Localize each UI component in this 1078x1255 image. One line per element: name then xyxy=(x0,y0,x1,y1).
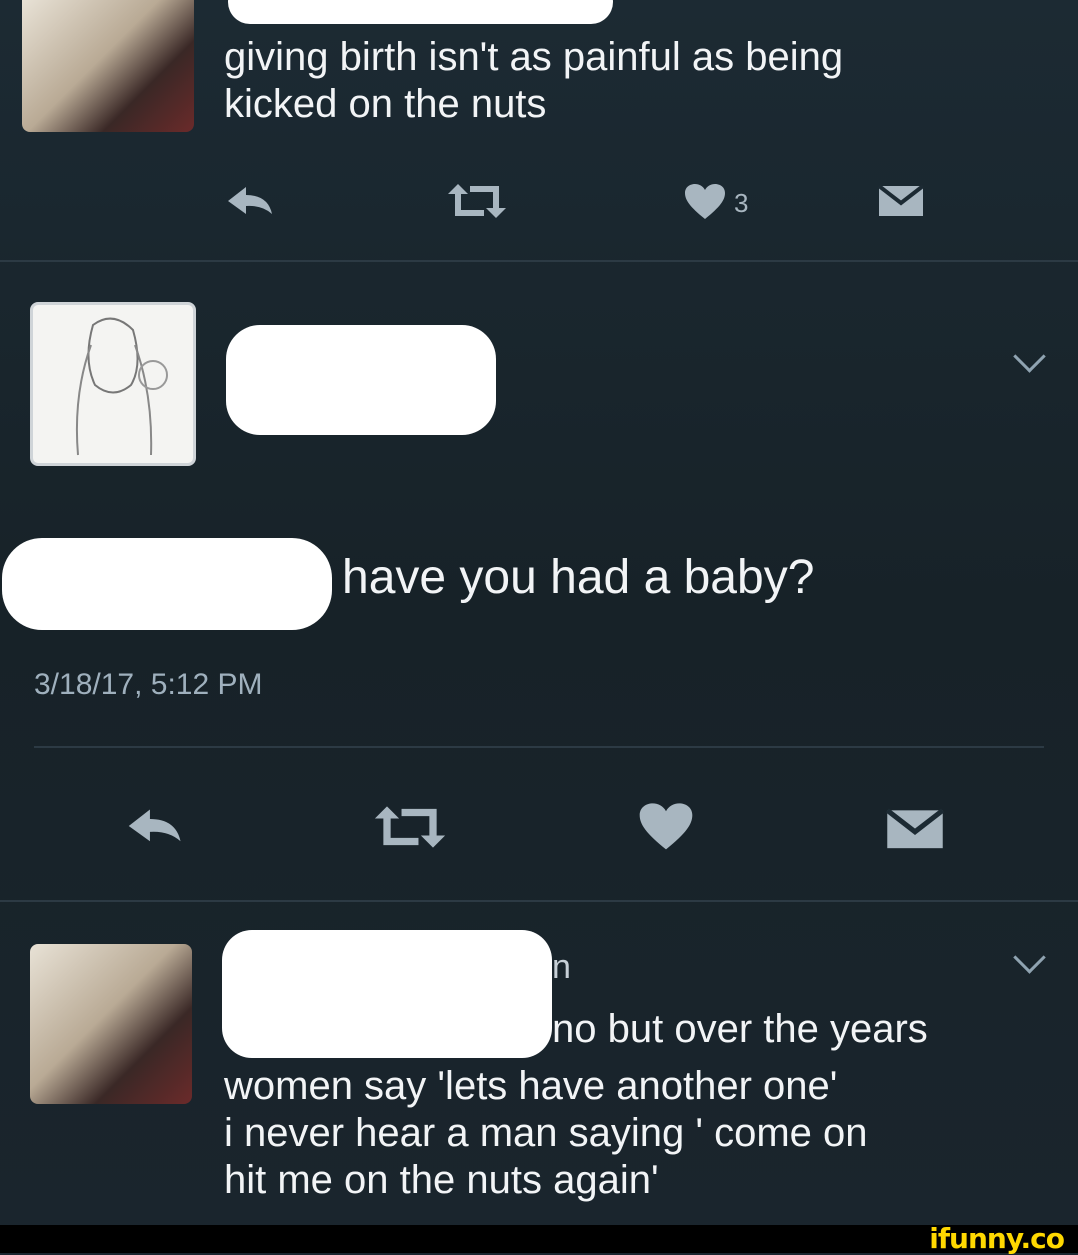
tweet-text: women say 'lets have another one' i neve… xyxy=(224,1064,868,1202)
retweet-button[interactable] xyxy=(370,804,450,850)
reply-button[interactable] xyxy=(126,806,188,846)
timestamp: 3/18/17, 5:12 PM xyxy=(34,668,263,701)
tweet-text: giving birth isn't as painful as being k… xyxy=(224,35,844,126)
envelope-icon xyxy=(878,184,924,216)
envelope-icon xyxy=(886,808,944,849)
reply-button[interactable] xyxy=(226,184,278,218)
like-button[interactable] xyxy=(684,183,726,221)
retweet-icon xyxy=(374,806,446,848)
divider xyxy=(34,746,1044,748)
divider xyxy=(0,900,1078,902)
reply-icon xyxy=(228,187,272,214)
name-fragment: n xyxy=(552,948,571,986)
tweet-text-line1: no but over the years xyxy=(552,1007,928,1051)
redacted-name xyxy=(222,930,552,1058)
avatar[interactable] xyxy=(30,302,196,466)
redacted-name xyxy=(226,325,496,435)
sketch-portrait-icon xyxy=(75,317,168,456)
reply-icon xyxy=(128,809,181,842)
screenshot: giving birth isn't as painful as being k… xyxy=(0,0,1078,1225)
retweet-icon xyxy=(448,184,506,218)
like-count: 3 xyxy=(734,188,749,218)
heart-icon xyxy=(685,184,725,219)
message-button[interactable] xyxy=(886,804,944,852)
like-button[interactable] xyxy=(638,802,694,852)
avatar[interactable] xyxy=(30,944,192,1104)
divider xyxy=(0,260,1078,262)
watermark: ifunny.co xyxy=(929,1222,1065,1255)
tweet-text: have you had a baby? xyxy=(342,551,815,604)
chevron-down-icon[interactable] xyxy=(1013,340,1046,373)
heart-icon xyxy=(639,803,693,850)
retweet-button[interactable] xyxy=(444,182,510,220)
message-button[interactable] xyxy=(878,181,924,219)
chevron-down-icon[interactable] xyxy=(1013,941,1046,974)
redacted-handle xyxy=(2,538,332,630)
footer-bar: ifunny.co xyxy=(0,1222,1078,1255)
redacted-name xyxy=(228,0,613,24)
avatar[interactable] xyxy=(22,0,194,132)
